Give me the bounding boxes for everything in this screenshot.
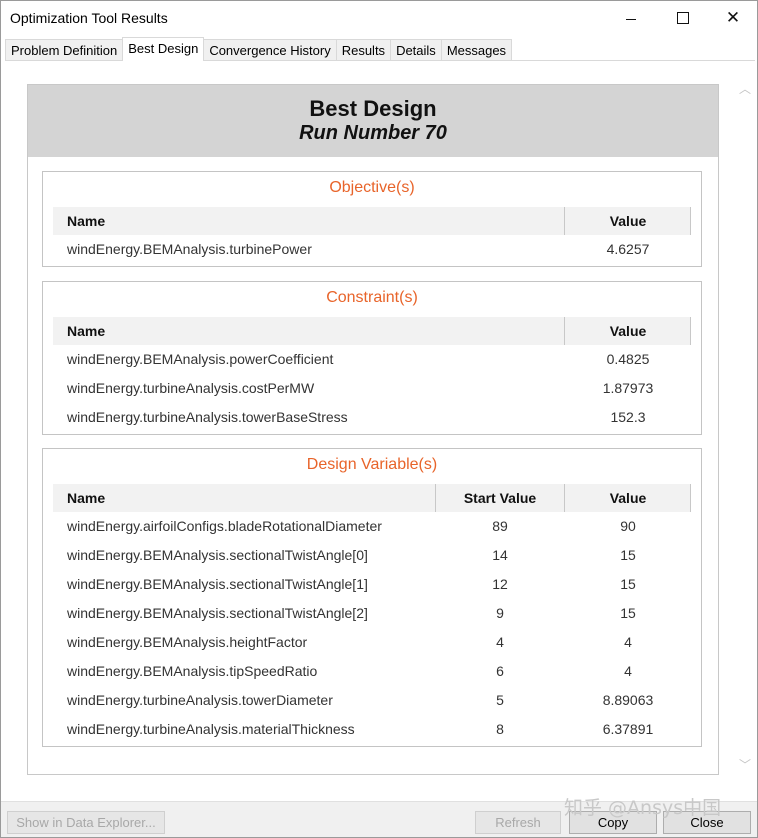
design-variable-start-value: 14 <box>492 547 508 563</box>
constraint-value: 1.87973 <box>602 380 654 396</box>
bottom-button-bar: Show in Data Explorer... Refresh Copy Cl… <box>1 801 757 837</box>
design-variable-start-value: 89 <box>492 518 508 534</box>
column-divider <box>690 317 691 345</box>
design-variable-value: 15 <box>620 605 636 621</box>
run-number: Run Number 70 <box>299 122 447 144</box>
objectives-title: Objective(s) <box>329 179 415 196</box>
design-variable-name: windEnergy.turbineAnalysis.towerDiameter <box>67 692 333 708</box>
table-row: windEnergy.BEMAnalysis.tipSpeedRatio 6 4 <box>53 657 691 686</box>
tab-best-design[interactable]: Best Design <box>122 37 205 61</box>
column-header-name: Name <box>67 323 106 339</box>
table-row: windEnergy.BEMAnalysis.sectionalTwistAng… <box>53 599 691 628</box>
column-divider <box>690 207 691 235</box>
copy-button[interactable]: Copy <box>569 811 657 834</box>
scroll-down-icon[interactable]: ﹀ <box>739 759 751 771</box>
constraints-table-header: Name Value <box>53 317 691 345</box>
constraints-section: Constraint(s) Name Value windEnergy.BEMA… <box>42 281 702 435</box>
design-variable-name: windEnergy.BEMAnalysis.sectionalTwistAng… <box>67 576 368 592</box>
tab-convergence-history[interactable]: Convergence History <box>203 39 337 60</box>
maximize-button[interactable] <box>657 1 709 35</box>
design-variable-value: 15 <box>620 576 636 592</box>
minimize-button[interactable] <box>605 1 657 35</box>
objective-value: 4.6257 <box>606 241 650 257</box>
design-variable-name: windEnergy.BEMAnalysis.sectionalTwistAng… <box>67 605 368 621</box>
column-header-name: Name <box>67 213 106 229</box>
design-variable-start-value: 4 <box>496 634 504 650</box>
table-row: windEnergy.BEMAnalysis.sectionalTwistAng… <box>53 570 691 599</box>
design-variable-name: windEnergy.turbineAnalysis.materialThick… <box>67 721 355 737</box>
close-button[interactable]: Close <box>663 811 751 834</box>
vertical-scrollbar[interactable]: ︿ ﹀ <box>735 67 755 794</box>
constraint-value: 152.3 <box>610 409 646 425</box>
table-row: windEnergy.turbineAnalysis.towerDiameter… <box>53 686 691 715</box>
design-variable-name: windEnergy.BEMAnalysis.sectionalTwistAng… <box>67 547 368 563</box>
constraint-name: windEnergy.turbineAnalysis.costPerMW <box>67 380 315 396</box>
constraint-value: 0.4825 <box>606 351 650 367</box>
design-variable-start-value: 6 <box>496 663 504 679</box>
column-divider <box>690 484 691 512</box>
design-variable-name: windEnergy.airfoilConfigs.bladeRotationa… <box>67 518 382 534</box>
title-bar: Optimization Tool Results ✕ <box>1 1 757 37</box>
design-variable-name: windEnergy.BEMAnalysis.heightFactor <box>67 634 308 650</box>
maximize-icon <box>677 12 689 24</box>
design-variable-value: 6.37891 <box>602 721 654 737</box>
column-header-value: Value <box>609 323 647 339</box>
column-header-value: Value <box>609 490 647 506</box>
constraint-name: windEnergy.turbineAnalysis.towerBaseStre… <box>67 409 348 425</box>
column-header-name: Name <box>67 490 106 506</box>
tab-strip: Problem Definition Best Design Convergen… <box>5 37 755 61</box>
report-header: Best Design Run Number 70 <box>28 85 718 157</box>
scroll-up-icon[interactable]: ︿ <box>739 83 751 95</box>
objectives-section: Objective(s) Name Value windEnergy.BEMAn… <box>42 171 702 267</box>
design-variables-section: Design Variable(s) Name Start Value Valu… <box>42 448 702 747</box>
design-variable-name: windEnergy.BEMAnalysis.tipSpeedRatio <box>67 663 318 679</box>
constraint-name: windEnergy.BEMAnalysis.powerCoefficient <box>67 351 334 367</box>
report-viewport: Best Design Run Number 70 Objective(s) N… <box>5 67 735 794</box>
table-row: windEnergy.turbineAnalysis.costPerMW 1.8… <box>53 374 691 403</box>
window-title: Optimization Tool Results <box>10 10 168 26</box>
show-in-data-explorer-button[interactable]: Show in Data Explorer... <box>7 811 165 834</box>
close-window-button[interactable]: ✕ <box>709 1 757 35</box>
tab-details[interactable]: Details <box>390 39 442 60</box>
column-header-value: Value <box>609 213 647 229</box>
design-variables-table-header: Name Start Value Value <box>53 484 691 512</box>
table-row: windEnergy.BEMAnalysis.turbinePower 4.62… <box>53 235 691 264</box>
minimize-icon <box>626 18 636 20</box>
table-row: windEnergy.turbineAnalysis.materialThick… <box>53 715 691 744</box>
tab-problem-definition[interactable]: Problem Definition <box>5 39 124 60</box>
table-row: windEnergy.BEMAnalysis.sectionalTwistAng… <box>53 541 691 570</box>
design-variable-start-value: 9 <box>496 605 504 621</box>
design-variable-value: 4 <box>624 663 632 679</box>
close-icon: ✕ <box>725 8 741 27</box>
design-variable-value: 8.89063 <box>602 692 654 708</box>
design-variable-value: 90 <box>620 518 636 534</box>
table-row: windEnergy.airfoilConfigs.bladeRotationa… <box>53 512 691 541</box>
tab-results[interactable]: Results <box>335 39 392 60</box>
design-variable-value: 15 <box>620 547 636 563</box>
tab-messages[interactable]: Messages <box>440 39 513 60</box>
design-variable-value: 4 <box>624 634 632 650</box>
best-design-report: Best Design Run Number 70 Objective(s) N… <box>27 84 719 775</box>
design-variable-start-value: 12 <box>492 576 508 592</box>
results-window: Optimization Tool Results ✕ Problem Defi… <box>0 0 758 838</box>
design-variables-title: Design Variable(s) <box>306 456 438 473</box>
table-row: windEnergy.turbineAnalysis.towerBaseStre… <box>53 403 691 432</box>
objectives-table-header: Name Value <box>53 207 691 235</box>
refresh-button[interactable]: Refresh <box>475 811 561 834</box>
report-title: Best Design <box>309 96 437 121</box>
column-header-start-value: Start Value <box>463 490 537 506</box>
table-row: windEnergy.BEMAnalysis.powerCoefficient … <box>53 345 691 374</box>
design-variable-start-value: 8 <box>496 721 504 737</box>
constraints-title: Constraint(s) <box>326 289 418 306</box>
design-variable-start-value: 5 <box>496 692 504 708</box>
objective-name: windEnergy.BEMAnalysis.turbinePower <box>67 241 312 257</box>
table-row: windEnergy.BEMAnalysis.heightFactor 4 4 <box>53 628 691 657</box>
